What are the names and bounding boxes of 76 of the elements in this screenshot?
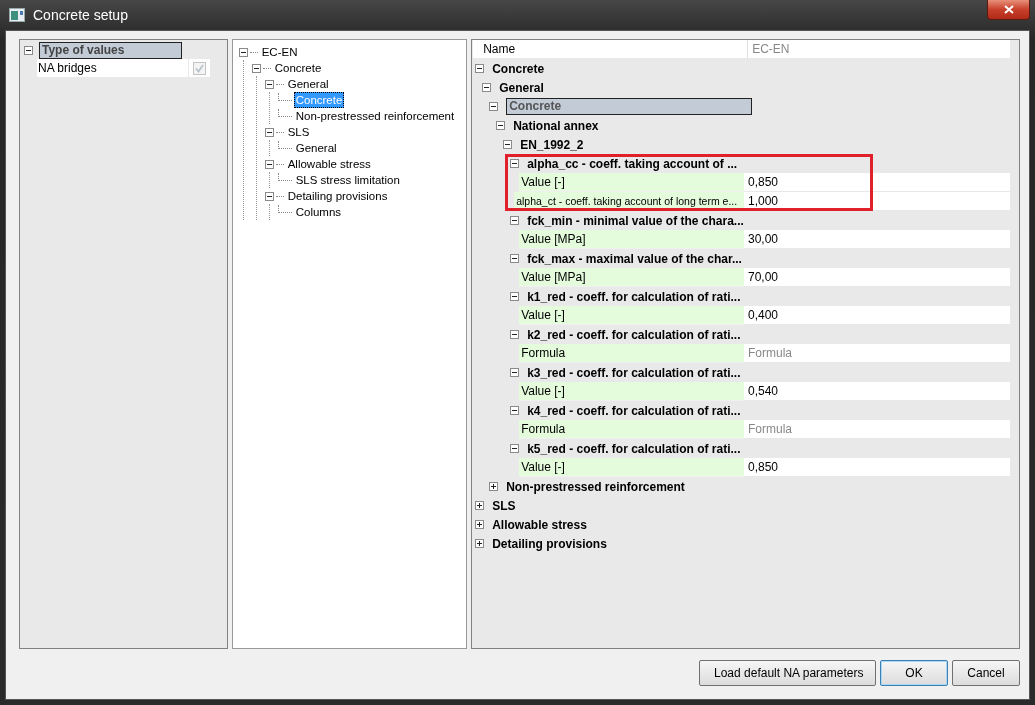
property-value[interactable]: 0,850 — [744, 173, 1010, 192]
expand-icon[interactable] — [489, 482, 499, 491]
collapse-icon[interactable] — [510, 330, 520, 339]
dialog-button[interactable]: Load default NA parameters — [699, 660, 876, 686]
column-header: Name — [482, 41, 517, 58]
property-name: Value [-] — [519, 458, 744, 477]
dialog-button[interactable]: OK — [880, 660, 948, 686]
close-button[interactable] — [987, 0, 1030, 20]
expand-icon[interactable] — [475, 539, 485, 548]
collapse-icon[interactable] — [264, 159, 274, 169]
property-value[interactable]: 0,850 — [744, 458, 1010, 477]
group-label[interactable]: General — [499, 80, 544, 95]
group-label[interactable]: k2_red - coeff. for calculation of rati... — [527, 327, 741, 342]
collapse-icon[interactable] — [503, 140, 513, 149]
category-label[interactable]: Type of values — [39, 41, 182, 59]
property-value[interactable]: 0,540 — [744, 382, 1010, 401]
tree-item[interactable]: SLS stress limitation — [293, 172, 402, 188]
collapse-icon[interactable] — [489, 102, 499, 111]
collapse-icon[interactable] — [238, 47, 248, 57]
collapse-icon[interactable] — [475, 64, 485, 73]
tree-item[interactable]: SLS — [285, 124, 312, 140]
option-label: NA bridges — [37, 59, 188, 77]
collapse-icon[interactable] — [510, 406, 520, 415]
tree-item[interactable]: General — [285, 76, 331, 92]
property-name: Formula — [519, 344, 744, 363]
property-name: Value [MPa] — [519, 230, 744, 249]
group-label[interactable]: fck_max - maximal value of the char... — [527, 251, 742, 266]
group-label[interactable]: fck_min - minimal value of the chara... — [527, 213, 744, 228]
collapse-icon[interactable] — [264, 79, 274, 89]
collapse-icon[interactable] — [510, 159, 520, 168]
close-icon — [1003, 5, 1014, 14]
column-header: EC-EN — [747, 40, 1010, 58]
collapse-icon[interactable] — [496, 121, 506, 130]
property-name: Value [MPa] — [519, 268, 744, 287]
collapse-icon[interactable] — [482, 83, 492, 92]
collapse-icon[interactable] — [251, 63, 261, 73]
dialog-button[interactable]: Cancel — [952, 660, 1020, 686]
tree-item[interactable]: Non-prestressed reinforcement — [293, 108, 457, 124]
property-name: Value [-] — [519, 306, 744, 325]
property-value[interactable]: 70,00 — [744, 268, 1010, 287]
group-label[interactable]: k5_red - coeff. for calculation of rati... — [527, 441, 741, 456]
tree-item[interactable]: Detailing provisions — [285, 188, 390, 204]
expand-icon[interactable] — [475, 520, 485, 529]
group-label[interactable]: Concrete — [492, 61, 545, 76]
window-title: Concrete setup — [33, 7, 128, 23]
collapse-icon[interactable] — [24, 45, 33, 55]
tree-item[interactable]: EC-EN — [259, 44, 300, 60]
collapse-icon[interactable] — [510, 444, 520, 453]
property-value[interactable]: 30,00 — [744, 230, 1010, 249]
tree-item[interactable]: Concrete — [272, 60, 324, 76]
property-name: Formula — [519, 420, 744, 439]
property-value[interactable]: 0,400 — [744, 306, 1010, 325]
collapse-icon[interactable] — [510, 254, 520, 263]
collapse-icon[interactable] — [510, 292, 520, 301]
tree-item[interactable]: Columns — [293, 204, 344, 220]
group-label[interactable]: SLS — [492, 498, 516, 513]
group-label[interactable]: k1_red - coeff. for calculation of rati... — [527, 289, 741, 304]
group-label[interactable]: k4_red - coeff. for calculation of rati... — [527, 403, 741, 418]
collapse-icon[interactable] — [264, 191, 274, 201]
group-label[interactable]: Concrete — [506, 98, 753, 115]
group-label[interactable]: k3_red - coeff. for calculation of rati... — [527, 365, 741, 380]
property-name: Value [-] — [519, 382, 744, 401]
group-label[interactable]: National annex — [513, 118, 599, 133]
expand-icon[interactable] — [475, 501, 485, 510]
group-label[interactable]: Allowable stress — [492, 517, 587, 532]
group-label[interactable]: Non-prestressed reinforcement — [506, 479, 685, 494]
group-label[interactable]: EN_1992_2 — [520, 137, 584, 152]
collapse-icon[interactable] — [510, 216, 520, 225]
collapse-icon[interactable] — [510, 368, 520, 377]
tree-item[interactable]: General — [293, 140, 339, 156]
property-name: Value [-] — [519, 173, 744, 192]
tree-item[interactable]: Allowable stress — [285, 156, 373, 172]
group-label[interactable]: Detailing provisions — [492, 536, 607, 551]
collapse-icon[interactable] — [264, 127, 274, 137]
group-label[interactable]: alpha_cc - coeff. taking account of ... — [527, 156, 738, 171]
app-icon — [9, 8, 25, 22]
